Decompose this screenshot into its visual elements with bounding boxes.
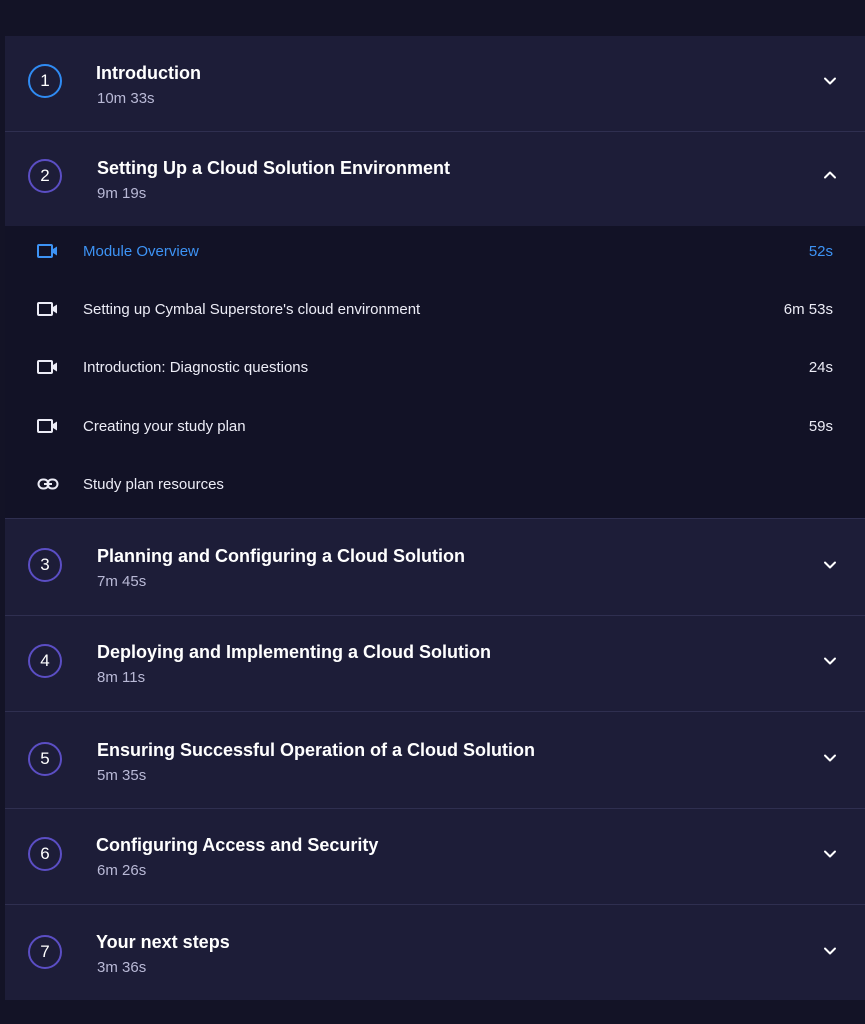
course-outline-panel: 1 Introduction 10m 33s 2 Setting Up a Cl… bbox=[5, 36, 865, 1000]
video-icon bbox=[37, 418, 57, 433]
module-number-badge: 4 bbox=[28, 644, 62, 678]
video-icon bbox=[37, 360, 57, 375]
module-duration: 10m 33s bbox=[97, 90, 155, 107]
module-number-badge: 6 bbox=[28, 837, 62, 871]
module-number-badge: 2 bbox=[28, 159, 62, 193]
module-number-badge: 5 bbox=[28, 742, 62, 776]
page-footer-background bbox=[0, 1000, 865, 1024]
module-title: Ensuring Successful Operation of a Cloud… bbox=[97, 740, 536, 760]
module-number-badge: 1 bbox=[28, 64, 62, 98]
lesson-duration: 24s bbox=[808, 359, 833, 377]
lesson-title: Setting up Cymbal Superstore's cloud env… bbox=[83, 301, 421, 319]
module-2-lesson-list: Module Overview 52s Setting up Cymbal Su… bbox=[5, 226, 865, 519]
lesson-item[interactable]: Introduction: Diagnostic questions 24s bbox=[5, 342, 865, 400]
module-1[interactable]: 1 Introduction 10m 33s bbox=[5, 36, 865, 132]
module-number-badge: 7 bbox=[28, 935, 62, 969]
lesson-item[interactable]: Creating your study plan 59s bbox=[5, 401, 865, 459]
module-duration: 7m 45s bbox=[97, 573, 147, 590]
video-icon bbox=[37, 302, 57, 317]
lesson-duration: 6m 53s bbox=[783, 301, 833, 319]
module-duration: 6m 26s bbox=[97, 862, 147, 879]
module-7[interactable]: 7 Your next steps 3m 36s bbox=[5, 905, 865, 1000]
lesson-item[interactable]: Module Overview 52s bbox=[5, 226, 865, 284]
lesson-title: Creating your study plan bbox=[83, 417, 246, 435]
module-duration: 8m 11s bbox=[97, 669, 146, 686]
module-title: Setting Up a Cloud Solution Environment bbox=[97, 158, 450, 178]
module-title: Deploying and Implementing a Cloud Solut… bbox=[97, 642, 491, 662]
module-duration: 5m 35s bbox=[97, 767, 147, 784]
chevron-up-icon[interactable] bbox=[823, 168, 837, 182]
module-3[interactable]: 3 Planning and Configuring a Cloud Solut… bbox=[5, 519, 865, 616]
module-title: Your next steps bbox=[96, 932, 230, 952]
module-4[interactable]: 4 Deploying and Implementing a Cloud Sol… bbox=[5, 616, 865, 712]
module-title: Introduction bbox=[96, 63, 201, 83]
lesson-item[interactable]: Study plan resources bbox=[5, 459, 865, 517]
chevron-down-icon[interactable] bbox=[823, 751, 837, 765]
module-2[interactable]: 2 Setting Up a Cloud Solution Environmen… bbox=[5, 132, 865, 226]
lesson-title: Study plan resources bbox=[83, 475, 224, 493]
lesson-title: Introduction: Diagnostic questions bbox=[83, 359, 309, 377]
chevron-down-icon[interactable] bbox=[823, 654, 837, 668]
chevron-down-icon[interactable] bbox=[823, 847, 837, 861]
module-5[interactable]: 5 Ensuring Successful Operation of a Clo… bbox=[5, 712, 865, 809]
module-duration: 9m 19s bbox=[97, 185, 147, 202]
chevron-down-icon[interactable] bbox=[823, 558, 837, 572]
link-icon bbox=[37, 478, 59, 490]
video-icon bbox=[37, 244, 57, 258]
chevron-down-icon[interactable] bbox=[823, 74, 837, 88]
lesson-duration: 59s bbox=[808, 417, 833, 435]
module-6[interactable]: 6 Configuring Access and Security 6m 26s bbox=[5, 809, 865, 905]
module-duration: 3m 36s bbox=[97, 959, 147, 976]
chevron-down-icon[interactable] bbox=[823, 944, 837, 958]
module-number-badge: 3 bbox=[28, 548, 62, 582]
lesson-item[interactable]: Setting up Cymbal Superstore's cloud env… bbox=[5, 284, 865, 342]
module-title: Planning and Configuring a Cloud Solutio… bbox=[97, 546, 465, 566]
lesson-title: Module Overview bbox=[83, 243, 199, 260]
lesson-duration: 52s bbox=[808, 243, 833, 260]
module-title: Configuring Access and Security bbox=[96, 835, 379, 855]
